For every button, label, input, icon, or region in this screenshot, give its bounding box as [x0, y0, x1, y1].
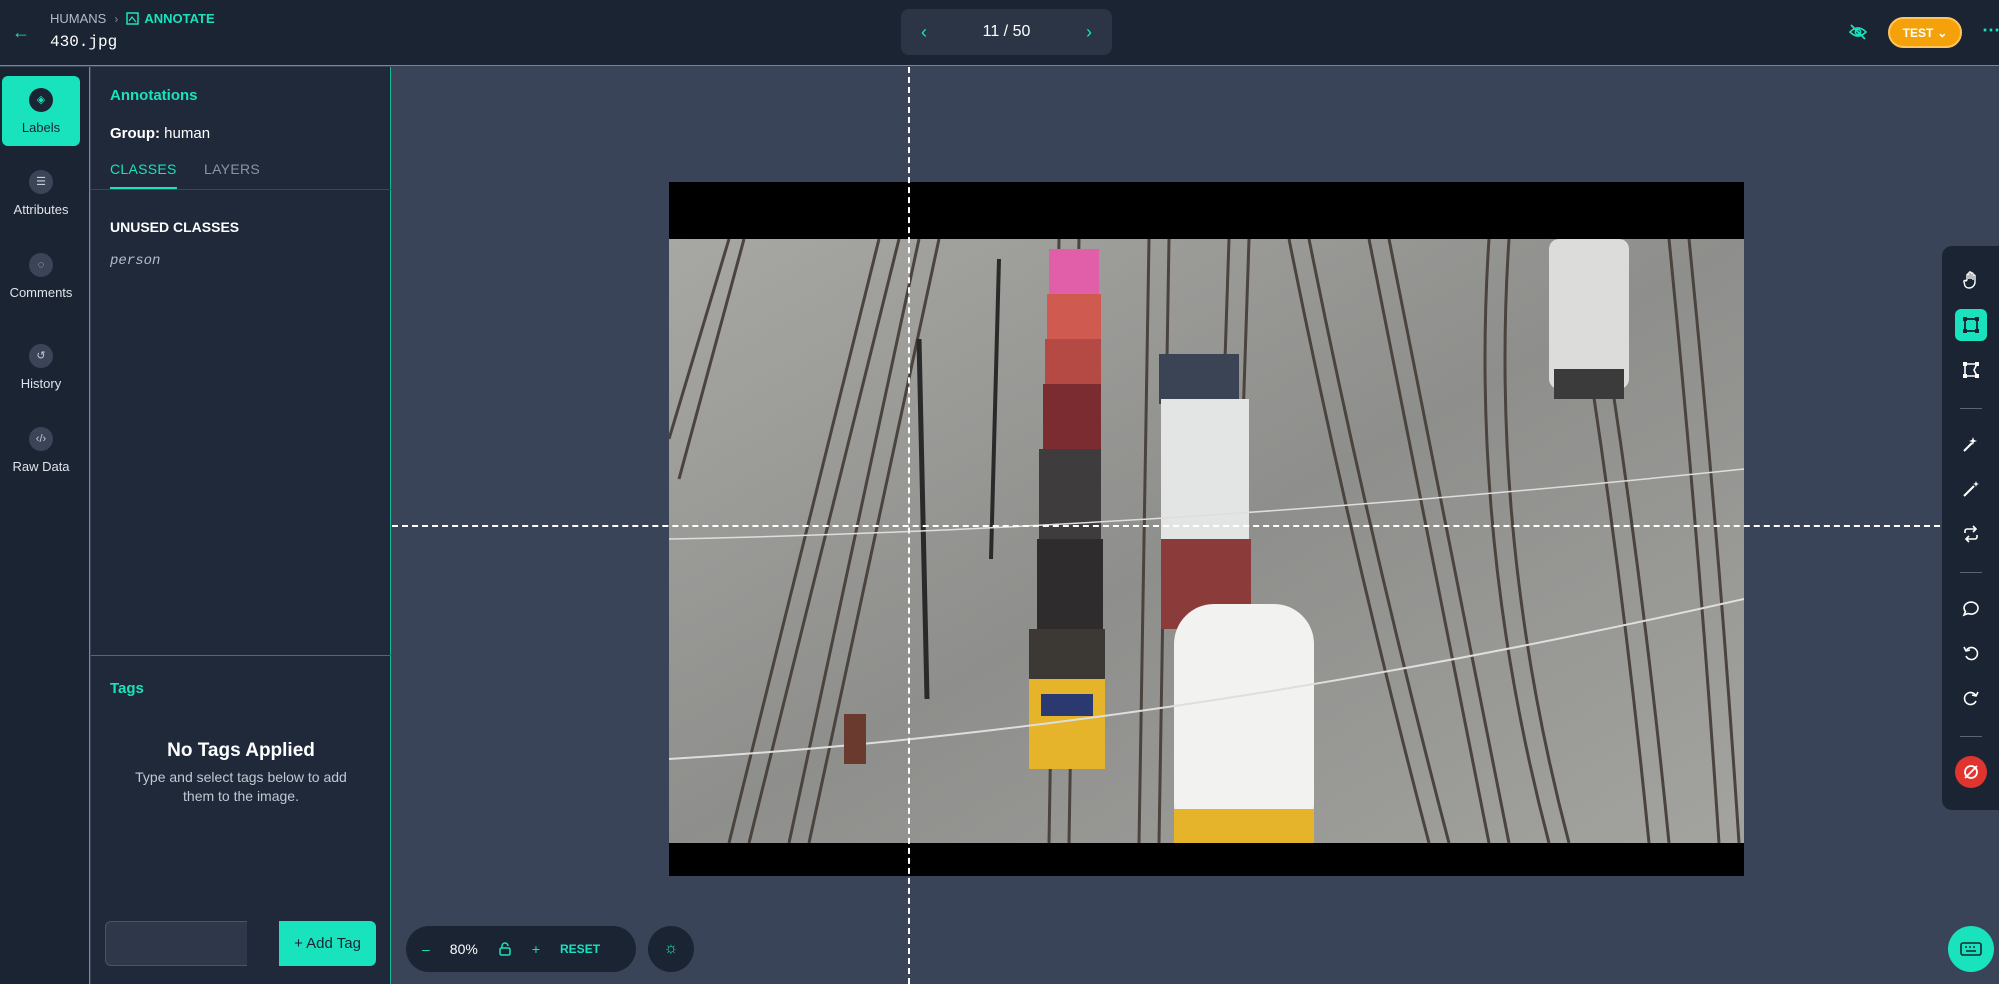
- rail-item-raw-data[interactable]: ‹/› Raw Data: [2, 415, 80, 485]
- chevron-right-icon: ›: [114, 11, 119, 26]
- toolbar-divider: [1960, 572, 1982, 573]
- magic-wand-icon: [1963, 481, 1979, 497]
- annotation-canvas[interactable]: – 80% + RESET ☼: [392, 67, 1999, 984]
- tags-section: Tags No Tags Applied Type and select tag…: [91, 655, 391, 984]
- undo-button[interactable]: [1955, 637, 1987, 669]
- magic-wand-tool-button[interactable]: [1955, 473, 1987, 505]
- brightness-button[interactable]: ☼: [648, 926, 694, 972]
- unused-classes-heading: UNUSED CLASSES: [110, 219, 240, 235]
- null-annotation-button[interactable]: [1955, 756, 1987, 788]
- group-info: Group: human: [110, 125, 210, 142]
- empty-tags-description: Type and select tags below to add them t…: [135, 769, 347, 804]
- breadcrumb-current-label: ANNOTATE: [144, 11, 215, 26]
- repeat-tool-button[interactable]: [1955, 518, 1987, 550]
- empty-tags-title: No Tags Applied: [167, 740, 315, 761]
- eye-off-icon[interactable]: [1848, 22, 1868, 42]
- class-item-person[interactable]: person: [110, 253, 160, 269]
- rail-item-label: Labels: [21, 119, 61, 135]
- rail-item-attributes[interactable]: ☰ Attributes: [2, 158, 80, 228]
- image-frame: [669, 182, 1744, 876]
- tab-layers[interactable]: LAYERS: [204, 161, 260, 177]
- repeat-icon: [1964, 525, 1978, 543]
- bounding-box-icon: [1963, 317, 1979, 333]
- reset-zoom-button[interactable]: RESET: [560, 942, 600, 956]
- tool-palette: [1942, 246, 1999, 810]
- code-icon: ‹/›: [29, 426, 53, 451]
- rail-item-history[interactable]: ↺ History: [2, 332, 80, 402]
- back-arrow-icon[interactable]: ←: [12, 22, 32, 42]
- group-label: Group:: [110, 125, 160, 142]
- rail-item-label: Attributes: [13, 201, 69, 217]
- rail-item-label: Comments: [9, 284, 73, 300]
- rail-item-labels[interactable]: ◈ Labels: [2, 76, 80, 146]
- breadcrumb-root[interactable]: HUMANS: [50, 11, 106, 26]
- zoom-in-button[interactable]: +: [532, 941, 540, 957]
- pager-count: 11 / 50: [982, 23, 1031, 40]
- comment-icon: [1962, 601, 1979, 617]
- next-image-button[interactable]: ›: [1086, 22, 1092, 43]
- annotations-panel: Annotations Group: human CLASSES LAYERS …: [91, 67, 391, 984]
- undo-icon: [1963, 646, 1979, 661]
- null-icon: [1964, 765, 1978, 779]
- mode-label: TEST: [1902, 25, 1934, 40]
- tag-input[interactable]: [105, 921, 247, 966]
- list-icon: ☰: [29, 169, 53, 194]
- annotate-icon: [126, 12, 140, 25]
- keyboard-icon: [1960, 942, 1982, 956]
- top-header: ← HUMANS › ANNOTATE 430.jpg ‹ 11 / 50 › …: [0, 0, 1999, 66]
- history-icon: ↺: [29, 343, 53, 368]
- rail-item-label: Raw Data: [12, 458, 70, 474]
- polygon-tool-button[interactable]: [1955, 354, 1987, 386]
- sun-icon: ☼: [663, 940, 679, 957]
- tag-icon: ◈: [29, 87, 53, 112]
- redo-icon: [1963, 691, 1979, 706]
- group-value: human: [164, 125, 211, 142]
- toolbar-divider: [1960, 736, 1982, 737]
- tab-classes[interactable]: CLASSES: [110, 161, 177, 189]
- file-name: 430.jpg: [50, 33, 118, 51]
- redo-button[interactable]: [1955, 682, 1987, 714]
- panel-tabs: CLASSES LAYERS: [91, 157, 391, 190]
- zoom-level: 80%: [449, 941, 478, 957]
- rail-item-comments[interactable]: ◌ Comments: [2, 241, 80, 311]
- mode-dropdown-button[interactable]: TEST ⌄: [1888, 17, 1962, 48]
- polygon-icon: [1963, 362, 1979, 378]
- add-tag-button[interactable]: + Add Tag: [279, 921, 376, 966]
- crosshair-horizontal: [392, 525, 1940, 527]
- breadcrumb: HUMANS › ANNOTATE: [50, 11, 215, 26]
- bounding-box-tool-button[interactable]: [1955, 309, 1987, 341]
- breadcrumb-current: ANNOTATE: [126, 11, 215, 26]
- zoom-controls: – 80% + RESET: [406, 926, 636, 972]
- magic-select-icon: [1963, 437, 1977, 452]
- comment-icon: ◌: [29, 252, 53, 277]
- tags-heading: Tags: [110, 680, 144, 697]
- image-pager: ‹ 11 / 50 ›: [901, 9, 1112, 55]
- rail-item-label: History: [20, 375, 62, 391]
- previous-image-button[interactable]: ‹: [921, 22, 927, 43]
- toolbar-divider: [1960, 408, 1982, 409]
- rail-yard-image[interactable]: [669, 239, 1744, 843]
- lock-open-icon[interactable]: [498, 942, 512, 956]
- comment-tool-button[interactable]: [1955, 592, 1987, 624]
- hand-icon: [1963, 271, 1976, 289]
- zoom-out-button[interactable]: –: [422, 941, 430, 957]
- more-options-icon[interactable]: ⋯: [1982, 20, 1999, 41]
- pan-tool-button[interactable]: [1955, 264, 1987, 296]
- chevron-down-icon: ⌄: [1937, 25, 1948, 40]
- keyboard-shortcuts-button[interactable]: [1948, 926, 1994, 972]
- smart-select-tool-button[interactable]: [1955, 428, 1987, 460]
- left-icon-rail: ◈ Labels ☰ Attributes ◌ Comments ↺ Histo…: [0, 67, 90, 984]
- panel-title: Annotations: [110, 87, 198, 104]
